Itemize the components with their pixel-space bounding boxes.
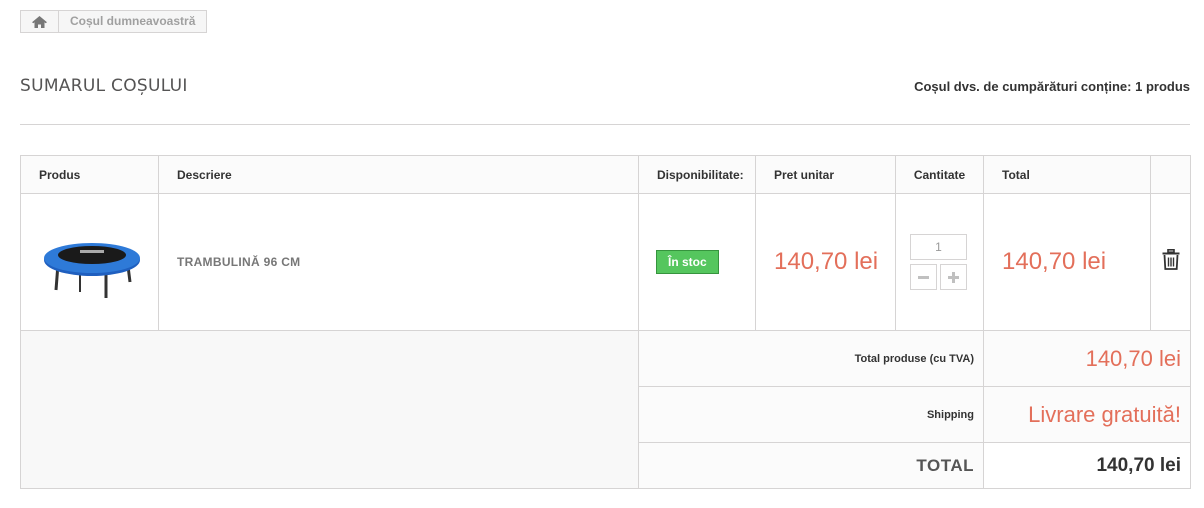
products-total-label: Total produse (cu TVA) [638,330,984,387]
in-stock-badge: În stoc [656,250,719,274]
grand-total-value: 140,70 lei [983,442,1191,489]
home-icon [32,15,47,28]
quantity-decrease-button[interactable] [910,264,937,290]
quantity-increase-button[interactable] [940,264,967,290]
col-header-total: Total [983,155,1151,194]
page-title: SUMARUL COȘULUI [20,76,188,96]
cart-table: Produs Descriere Disponibilitate: Pret u… [20,155,1191,489]
col-header-quantity: Cantitate [895,155,984,194]
availability-cell: În stoc [638,193,756,331]
col-header-actions [1150,155,1191,194]
col-header-unit-price: Pret unitar [755,155,896,194]
quantity-input[interactable]: 1 [910,234,967,260]
cart-count-text: Coșul dvs. de cumpărături conține: 1 pro… [914,79,1190,94]
trash-icon[interactable] [1162,249,1180,270]
col-header-product: Produs [20,155,159,194]
minus-icon [918,275,929,279]
table-header-row: Produs Descriere Disponibilitate: Pret u… [20,155,1191,194]
quantity-cell: 1 [895,193,984,331]
trampoline-image[interactable] [40,222,140,302]
col-header-availability: Disponibilitate: [638,155,756,194]
heading-divider [20,124,1190,125]
breadcrumb: Coșul dumneavoastră [20,10,208,33]
product-name[interactable]: TRAMBULINĂ 96 CM [158,193,639,331]
col-header-description: Descriere [158,155,639,194]
grand-total-label: TOTAL [638,442,984,489]
unit-price: 140,70 lei [755,193,896,331]
summary-empty-area [20,330,639,489]
plus-icon [948,271,959,283]
delete-cell [1150,193,1191,331]
breadcrumb-current: Coșul dumneavoastră [59,11,207,32]
shipping-label: Shipping [638,386,984,443]
products-total-value: 140,70 lei [983,330,1191,387]
shipping-value: Livrare gratuită! [983,386,1191,443]
breadcrumb-home-link[interactable] [21,11,59,32]
table-row: TRAMBULINĂ 96 CM În stoc 140,70 lei 1 14… [20,193,1191,331]
row-total-price: 140,70 lei [983,193,1151,331]
product-image-cell [20,193,159,331]
summary-row-products: Total produse (cu TVA) 140,70 lei [20,330,1191,489]
